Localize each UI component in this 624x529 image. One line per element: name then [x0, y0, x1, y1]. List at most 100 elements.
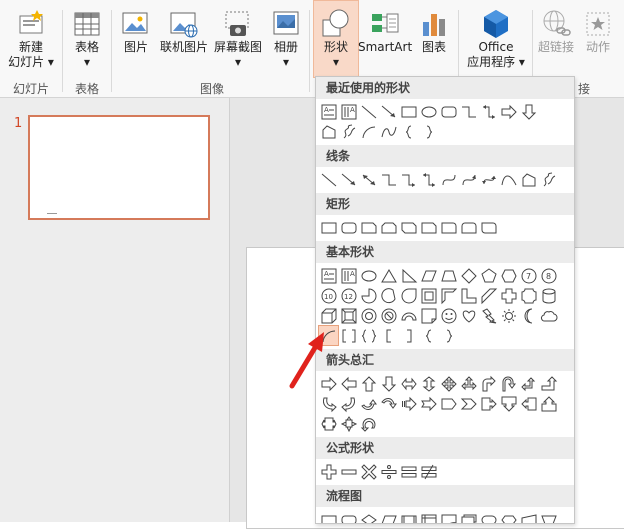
heart-shape-icon[interactable] — [459, 306, 478, 325]
curvedl-shape-icon[interactable] — [339, 394, 358, 413]
bentarrow-shape-icon[interactable] — [479, 374, 498, 393]
udarrow-shape-icon[interactable] — [419, 374, 438, 393]
snipr-shape-icon[interactable] — [419, 218, 438, 237]
blockarc-shape-icon[interactable] — [399, 306, 418, 325]
pie-shape-icon[interactable] — [359, 286, 378, 305]
slide-thumbnail[interactable] — [28, 115, 210, 220]
bracepair-shape-icon[interactable] — [359, 326, 378, 345]
c12-shape-icon[interactable]: 12 — [339, 286, 358, 305]
online-picture-button[interactable]: 联机图片 — [158, 8, 210, 55]
triangle-shape-icon[interactable] — [379, 266, 398, 285]
curve-shape-icon[interactable] — [439, 170, 458, 189]
vtextbox-shape-icon[interactable]: A — [339, 102, 358, 121]
arrow-shape-icon[interactable] — [339, 170, 358, 189]
curve2-shape-icon[interactable] — [479, 170, 498, 189]
ellipse-shape-icon[interactable] — [359, 266, 378, 285]
can-shape-icon[interactable] — [539, 286, 558, 305]
ellipse-shape-icon[interactable] — [419, 102, 438, 121]
curve1-shape-icon[interactable] — [459, 170, 478, 189]
photo-album-button[interactable]: 相册 ▾ — [268, 8, 304, 70]
curly-shape-icon[interactable] — [379, 122, 398, 141]
scribble-shape-icon[interactable] — [539, 170, 558, 189]
pentarrow-shape-icon[interactable] — [439, 394, 458, 413]
bevel-shape-icon[interactable] — [339, 306, 358, 325]
lbrace-shape-icon[interactable] — [419, 326, 438, 345]
bracketpair-shape-icon[interactable] — [339, 326, 358, 345]
diagstripe-shape-icon[interactable] — [479, 286, 498, 305]
cross-shape-icon[interactable] — [499, 286, 518, 305]
curvedr-shape-icon[interactable] — [319, 394, 338, 413]
scribble-shape-icon[interactable] — [339, 122, 358, 141]
elbow2-shape-icon[interactable] — [479, 102, 498, 121]
sun-shape-icon[interactable] — [499, 306, 518, 325]
freeform-shape-icon[interactable] — [519, 170, 538, 189]
vtextbox-shape-icon[interactable]: A — [339, 266, 358, 285]
lubent-shape-icon[interactable] — [519, 374, 538, 393]
curvedd-shape-icon[interactable] — [379, 394, 398, 413]
smartart-button[interactable]: SmartArt — [358, 8, 412, 55]
cloud-shape-icon[interactable] — [539, 306, 558, 325]
frame-shape-icon[interactable] — [419, 286, 438, 305]
darrow-shape-icon[interactable] — [519, 102, 538, 121]
plaque-shape-icon[interactable] — [519, 286, 538, 305]
elbow1-shape-icon[interactable] — [399, 170, 418, 189]
circarrow-shape-icon[interactable] — [359, 414, 378, 433]
arrow-shape-icon[interactable] — [379, 102, 398, 121]
plus-shape-icon[interactable] — [319, 462, 338, 481]
lbrace-shape-icon[interactable] — [399, 122, 418, 141]
equal-shape-icon[interactable] — [399, 462, 418, 481]
lightning-shape-icon[interactable] — [479, 306, 498, 325]
lbracket-shape-icon[interactable] — [379, 326, 398, 345]
office-apps-button[interactable]: Office 应用程序 ▾ — [462, 8, 530, 70]
chord-shape-icon[interactable] — [379, 286, 398, 305]
line-shape-icon[interactable] — [359, 102, 378, 121]
diamond-shape-icon[interactable] — [459, 266, 478, 285]
teardrop-shape-icon[interactable] — [399, 286, 418, 305]
stripedr-shape-icon[interactable] — [399, 394, 418, 413]
c8-shape-icon[interactable]: 8 — [539, 266, 558, 285]
pentagon-shape-icon[interactable] — [479, 266, 498, 285]
line-shape-icon[interactable] — [319, 170, 338, 189]
elbow-shape-icon[interactable] — [459, 102, 478, 121]
darrow-shape-icon[interactable] — [379, 374, 398, 393]
picture-button[interactable]: 图片 — [119, 8, 153, 55]
dblarrow-shape-icon[interactable] — [359, 170, 378, 189]
smiley-shape-icon[interactable] — [439, 306, 458, 325]
rbracket-shape-icon[interactable] — [399, 326, 418, 345]
hyperlink-button[interactable]: 超链接 — [536, 8, 576, 55]
halfframe-shape-icon[interactable] — [439, 286, 458, 305]
div-shape-icon[interactable] — [379, 462, 398, 481]
arc2-shape-icon[interactable] — [499, 170, 518, 189]
rr2-shape-icon[interactable] — [459, 218, 478, 237]
uturn-shape-icon[interactable] — [499, 374, 518, 393]
parallelogram-shape-icon[interactable] — [419, 266, 438, 285]
rect-shape-icon[interactable] — [319, 218, 338, 237]
dcallout-shape-icon[interactable] — [499, 394, 518, 413]
elbow2-shape-icon[interactable] — [419, 170, 438, 189]
lrcallout-shape-icon[interactable] — [319, 414, 338, 433]
table-button[interactable]: 表格 ▾ — [68, 8, 106, 70]
ucallout-shape-icon[interactable] — [539, 394, 558, 413]
c10-shape-icon[interactable]: 10 — [319, 286, 338, 305]
trapezoid-shape-icon[interactable] — [439, 266, 458, 285]
larrow-shape-icon[interactable] — [339, 374, 358, 393]
rrect-shape-icon[interactable] — [439, 102, 458, 121]
lcallout-shape-icon[interactable] — [519, 394, 538, 413]
mult-shape-icon[interactable] — [359, 462, 378, 481]
lrarrow-shape-icon[interactable] — [399, 374, 418, 393]
rcallout-shape-icon[interactable] — [479, 394, 498, 413]
rrect-shape-icon[interactable] — [339, 218, 358, 237]
rect-shape-icon[interactable] — [399, 102, 418, 121]
screenshot-button[interactable]: 屏幕截图 ▾ — [212, 8, 264, 70]
textbox-shape-icon[interactable]: A — [319, 102, 338, 121]
textbox-shape-icon[interactable]: A — [319, 266, 338, 285]
c7-shape-icon[interactable]: 7 — [519, 266, 538, 285]
rr3-shape-icon[interactable] — [479, 218, 498, 237]
rbrace-shape-icon[interactable] — [419, 122, 438, 141]
new-slide-button[interactable]: 新建 幻灯片 ▾ — [6, 8, 56, 70]
lruarrow-shape-icon[interactable] — [459, 374, 478, 393]
chart-button[interactable]: 图表 — [416, 8, 452, 55]
rarrow-shape-icon[interactable] — [499, 102, 518, 121]
uarrow-shape-icon[interactable] — [359, 374, 378, 393]
bentup-shape-icon[interactable] — [539, 374, 558, 393]
